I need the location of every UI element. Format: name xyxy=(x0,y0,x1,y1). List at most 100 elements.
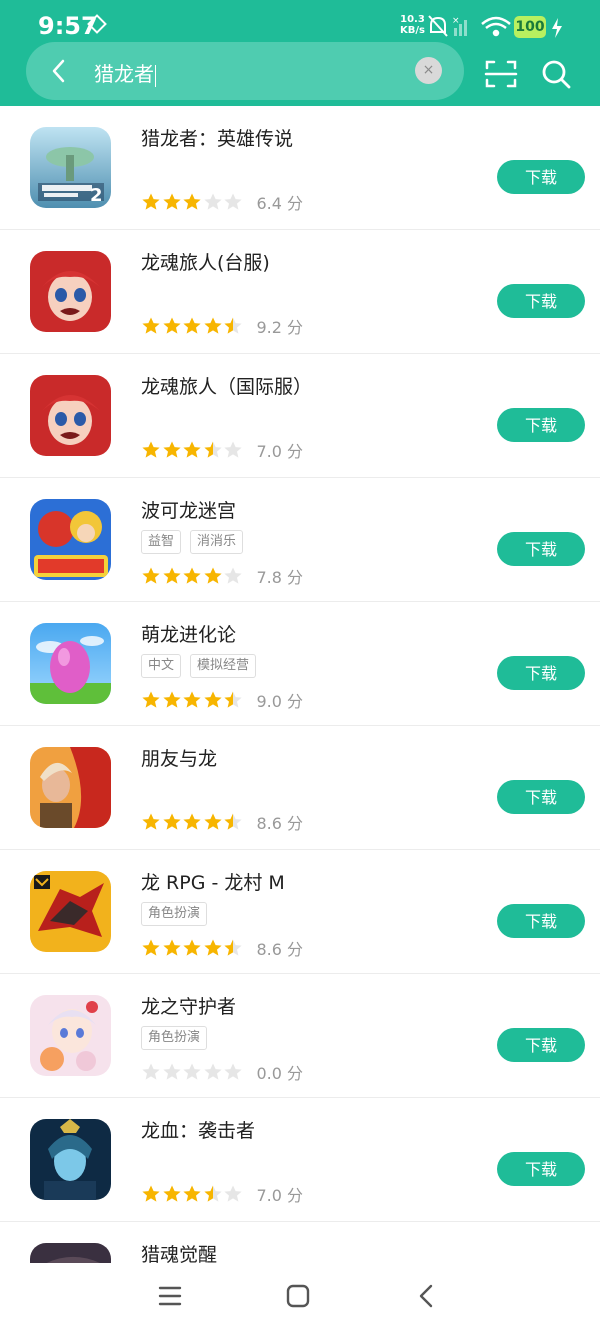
anime-girl-icon[interactable] xyxy=(30,995,111,1076)
app-name[interactable]: 龙魂旅人（国际服） xyxy=(141,372,312,399)
download-button[interactable]: 下载 xyxy=(497,408,585,442)
star-icon xyxy=(224,193,242,210)
star-icon xyxy=(142,567,160,584)
list-item[interactable]: 2 猎龙者：英雄传说 6.4 分 下载 xyxy=(0,106,600,230)
star-icon xyxy=(142,813,160,830)
star-icon xyxy=(183,939,201,956)
star-icon xyxy=(142,1185,160,1202)
hunter-icon[interactable] xyxy=(30,1243,111,1263)
search-box[interactable]: 猎龙者 × xyxy=(26,42,464,100)
mecha-dragon-icon[interactable] xyxy=(30,871,111,952)
download-button[interactable]: 下载 xyxy=(497,532,585,566)
dragon-egg-icon[interactable] xyxy=(30,623,111,704)
star-icon xyxy=(183,193,201,210)
app-name[interactable]: 猎魂觉醒 xyxy=(141,1240,217,1263)
top-bar: 9:57 10.3 KB/s × 100 猎龙者 × xyxy=(0,0,600,106)
star-icon xyxy=(162,441,181,458)
download-button[interactable]: 下载 xyxy=(497,904,585,938)
rating-score: 9.0 分 xyxy=(256,692,304,711)
star-icon xyxy=(183,813,201,830)
list-item[interactable]: 波可龙迷宫 益智 消消乐 7.8 分 下载 xyxy=(0,478,600,602)
app-tags: 角色扮演 xyxy=(141,902,216,926)
star-icon xyxy=(142,1063,160,1080)
app-tag: 角色扮演 xyxy=(141,902,208,926)
signal-icon: × xyxy=(452,16,467,36)
app-name[interactable]: 龙魂旅人(台服) xyxy=(141,248,270,275)
download-button[interactable]: 下载 xyxy=(497,780,585,814)
nav-back-icon[interactable] xyxy=(416,1283,436,1309)
network-speed: 10.3 KB/s xyxy=(400,14,425,36)
rating-stars xyxy=(141,566,244,586)
app-rating: 0.0 分 xyxy=(141,1060,303,1084)
app-name[interactable]: 龙之守护者 xyxy=(141,992,236,1019)
app-name[interactable]: 龙血：袭击者 xyxy=(141,1116,255,1143)
list-item[interactable]: 朋友与龙 8.6 分 下载 xyxy=(0,726,600,850)
blue-warrior-icon[interactable] xyxy=(30,1119,111,1200)
star-icon xyxy=(224,441,242,458)
star-icon xyxy=(183,691,201,708)
star-icon xyxy=(162,939,181,956)
star-icon xyxy=(183,567,201,584)
list-item[interactable]: 龙血：袭击者 7.0 分 下载 xyxy=(0,1098,600,1222)
status-icons: × xyxy=(428,15,511,37)
dragon-hunters-icon[interactable]: 2 xyxy=(30,127,111,208)
warrior-red-dragon-icon[interactable] xyxy=(30,747,111,828)
star-icon xyxy=(203,813,222,830)
app-rating: 7.8 分 xyxy=(141,564,303,588)
red-hair-girl-icon[interactable] xyxy=(30,375,111,456)
search-results-list[interactable]: 2 猎龙者：英雄传说 6.4 分 下载 龙魂旅人(台服) 9.2 分 下载 龙魂… xyxy=(0,106,600,1263)
star-icon xyxy=(203,441,222,458)
star-icon xyxy=(224,1185,242,1202)
app-tag: 模拟经营 xyxy=(190,654,257,678)
list-item[interactable]: 龙之守护者 角色扮演 0.0 分 下载 xyxy=(0,974,600,1098)
app-rating: 6.4 分 xyxy=(141,190,303,214)
download-button[interactable]: 下载 xyxy=(497,284,585,318)
clear-search-button[interactable]: × xyxy=(415,57,442,84)
recent-apps-icon[interactable] xyxy=(158,1285,182,1307)
search-input[interactable]: 猎龙者 xyxy=(94,58,156,87)
list-item[interactable]: 猎魂觉醒 xyxy=(0,1222,600,1263)
star-icon xyxy=(224,691,242,708)
list-item[interactable]: 龙魂旅人(台服) 9.2 分 下载 xyxy=(0,230,600,354)
download-button[interactable]: 下载 xyxy=(497,1152,585,1186)
rating-stars xyxy=(141,192,244,212)
red-hair-girl-icon[interactable] xyxy=(30,251,111,332)
rating-stars xyxy=(141,440,244,460)
list-item[interactable]: 萌龙进化论 中文 模拟经营 9.0 分 下载 xyxy=(0,602,600,726)
list-item[interactable]: 龙魂旅人（国际服） 7.0 分 下载 xyxy=(0,354,600,478)
download-button[interactable]: 下载 xyxy=(497,1028,585,1062)
star-icon xyxy=(162,317,181,334)
star-icon xyxy=(224,1063,242,1080)
star-icon xyxy=(203,1185,222,1202)
app-rating: 7.0 分 xyxy=(141,1182,303,1206)
collab-monsters-icon[interactable] xyxy=(30,499,111,580)
list-item[interactable]: 龙 RPG - 龙村 M 角色扮演 8.6 分 下载 xyxy=(0,850,600,974)
scan-icon[interactable] xyxy=(484,58,518,90)
app-rating: 9.2 分 xyxy=(141,314,303,338)
app-name[interactable]: 龙 RPG - 龙村 M xyxy=(141,868,285,895)
mute-bell-icon xyxy=(428,15,448,37)
star-icon xyxy=(142,317,160,334)
app-name[interactable]: 波可龙迷宫 xyxy=(141,496,236,523)
download-button[interactable]: 下载 xyxy=(497,656,585,690)
home-icon[interactable] xyxy=(286,1284,310,1308)
star-icon xyxy=(203,1063,222,1080)
rating-score: 7.0 分 xyxy=(256,442,304,461)
star-icon xyxy=(183,441,201,458)
star-icon xyxy=(142,193,160,210)
back-arrow-icon[interactable] xyxy=(44,56,74,86)
system-nav-bar xyxy=(0,1263,600,1333)
star-icon xyxy=(183,1185,201,1202)
svg-text:2: 2 xyxy=(90,185,103,206)
star-icon xyxy=(203,939,222,956)
app-name[interactable]: 朋友与龙 xyxy=(141,744,217,771)
rating-score: 0.0 分 xyxy=(256,1064,304,1083)
star-icon xyxy=(203,691,222,708)
search-icon[interactable] xyxy=(538,56,574,92)
app-rating: 8.6 分 xyxy=(141,810,303,834)
app-name[interactable]: 萌龙进化论 xyxy=(141,620,236,647)
charging-icon xyxy=(552,18,562,38)
rating-score: 7.0 分 xyxy=(256,1186,304,1205)
app-name[interactable]: 猎龙者：英雄传说 xyxy=(141,124,293,151)
download-button[interactable]: 下载 xyxy=(497,160,585,194)
